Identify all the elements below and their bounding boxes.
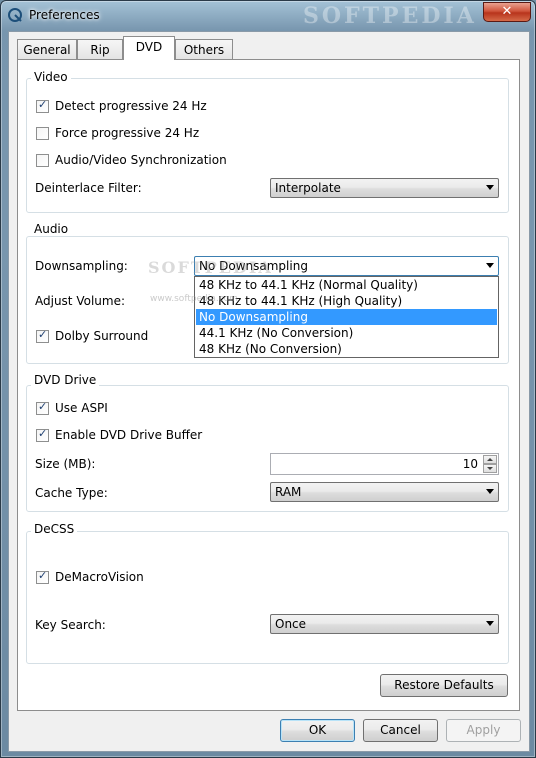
size-label: Size (MB): <box>35 457 96 471</box>
dvd-drive-group-label: DVD Drive <box>31 373 100 387</box>
decss-group-label: DeCSS <box>31 522 78 536</box>
check-mark-icon: ✓ <box>38 400 48 413</box>
select-value: Interpolate <box>275 181 341 195</box>
check-mark-icon: ✓ <box>38 328 48 341</box>
checkbox-box[interactable]: ✓ <box>36 98 49 113</box>
softpedia-watermark: SOFTPEDIA <box>148 258 273 277</box>
close-button[interactable]: ✕ <box>483 2 531 22</box>
audio-group-label: Audio <box>31 222 72 236</box>
softpedia-url-watermark: www.softpedia.com <box>150 294 238 304</box>
tab-others[interactable]: Others <box>175 39 233 60</box>
downsampling-label: Downsampling: <box>35 259 128 273</box>
key-search-select[interactable]: Once <box>270 614 499 634</box>
dropdown-option[interactable]: 48 KHz to 44.1 KHz (High Quality) <box>196 293 497 309</box>
stepper-down-icon[interactable] <box>483 464 497 473</box>
tab-label: DVD <box>135 40 163 54</box>
checkbox-label: Detect progressive 24 Hz <box>55 99 207 113</box>
deinterlace-label: Deinterlace Filter: <box>35 181 142 195</box>
check-mark-icon: ✓ <box>38 569 48 582</box>
chevron-down-icon <box>486 489 494 494</box>
key-search-label: Key Search: <box>35 618 106 632</box>
downsampling-dropdown-list[interactable]: 48 KHz to 44.1 KHz (Normal Quality) 48 K… <box>194 276 499 358</box>
checkbox-label: Force progressive 24 Hz <box>55 126 200 140</box>
check-mark-icon: ✓ <box>38 427 48 440</box>
checkbox-box[interactable] <box>36 154 49 167</box>
title-watermark: SOFTPEDIA <box>303 3 477 29</box>
checkbox-label: Audio/Video Synchronization <box>55 153 227 167</box>
check-mark-icon: ✓ <box>38 98 48 111</box>
checkbox-label: Dolby Surround <box>55 329 149 343</box>
adjust-volume-label: Adjust Volume: <box>35 294 125 308</box>
tab-label: Rip <box>90 43 110 57</box>
checkbox-box[interactable] <box>36 127 49 140</box>
dropdown-option[interactable]: 48 KHz (No Conversion) <box>196 341 497 357</box>
select-value: RAM <box>275 485 302 499</box>
cache-type-select[interactable]: RAM <box>270 482 499 502</box>
stepper-up-icon[interactable] <box>483 455 497 464</box>
app-icon <box>8 8 22 22</box>
deinterlace-select[interactable]: Interpolate <box>270 178 499 198</box>
video-group-label: Video <box>31 70 71 84</box>
dropdown-option-selected[interactable]: No Downsampling <box>196 309 497 325</box>
checkbox-box[interactable]: ✓ <box>36 569 49 584</box>
tab-label: Others <box>183 43 225 57</box>
tab-rip[interactable]: Rip <box>77 39 123 60</box>
dropdown-option[interactable]: 44.1 KHz (No Conversion) <box>196 325 497 341</box>
apply-button[interactable]: Apply <box>446 719 521 742</box>
checkbox-label: Enable DVD Drive Buffer <box>55 428 203 442</box>
stepper-value: 10 <box>462 457 478 471</box>
cancel-button[interactable]: Cancel <box>363 719 438 742</box>
checkbox-box[interactable]: ✓ <box>36 427 49 442</box>
tab-label: General <box>23 43 71 57</box>
checkbox-label: Use ASPI <box>55 401 108 415</box>
checkbox-label: DeMacroVision <box>55 570 144 584</box>
window-title: Preferences <box>29 8 100 22</box>
title-bar[interactable]: Preferences SOFTPEDIA ✕ <box>1 1 535 31</box>
restore-defaults-button[interactable]: Restore Defaults <box>380 674 508 697</box>
close-icon: ✕ <box>501 4 513 19</box>
tab-dvd[interactable]: DVD <box>123 36 175 60</box>
decss-group <box>26 531 509 664</box>
chevron-down-icon <box>486 263 494 268</box>
checkbox-box[interactable]: ✓ <box>36 328 49 343</box>
ok-button[interactable]: OK <box>280 719 355 742</box>
size-stepper[interactable]: 10 <box>270 453 499 475</box>
checkbox-box[interactable]: ✓ <box>36 400 49 415</box>
select-value: Once <box>275 617 307 631</box>
dropdown-option[interactable]: 48 KHz to 44.1 KHz (Normal Quality) <box>196 277 497 293</box>
chevron-down-icon <box>486 185 494 190</box>
cache-type-label: Cache Type: <box>35 486 108 500</box>
tab-general[interactable]: General <box>17 39 77 60</box>
chevron-down-icon <box>486 621 494 626</box>
